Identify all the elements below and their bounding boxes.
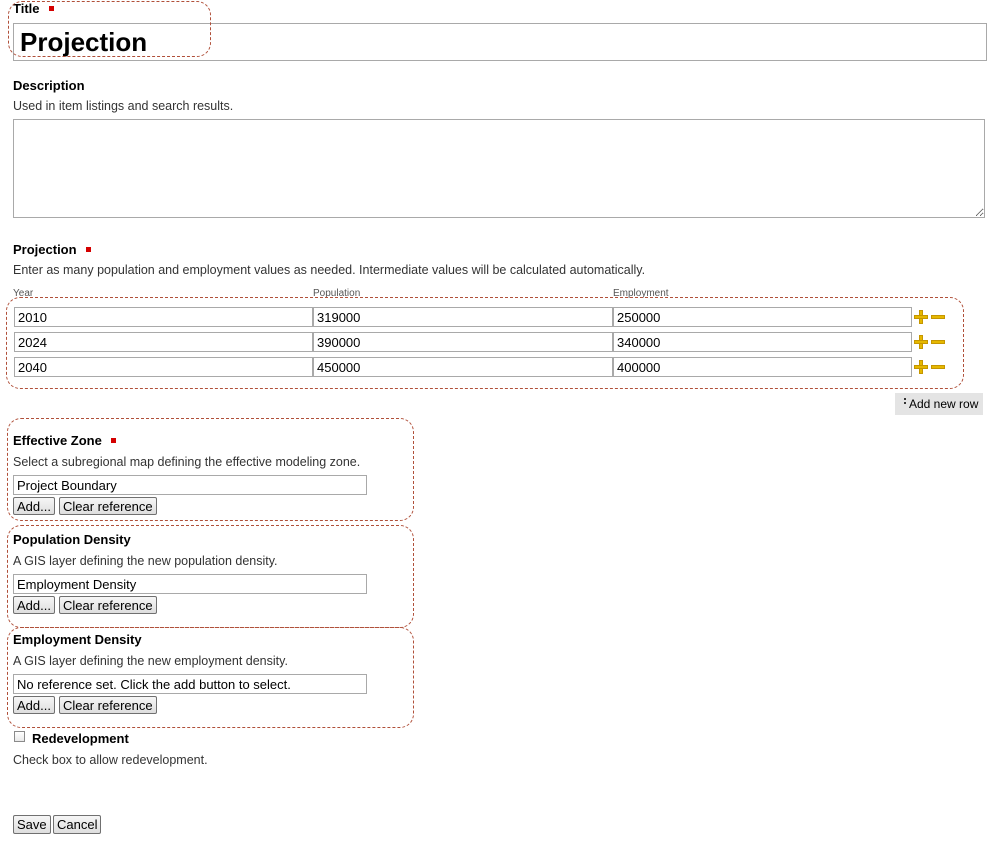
effective-zone-clear-reference-button[interactable]: Clear reference: [59, 497, 157, 515]
remove-row-minus-icon[interactable]: [931, 335, 945, 349]
population-density-reference-field[interactable]: [13, 574, 367, 594]
drag-dots-icon: [904, 397, 907, 406]
employment-input[interactable]: [613, 357, 912, 377]
employment-density-add-button[interactable]: Add...: [13, 696, 55, 714]
description-help: Used in item listings and search results…: [13, 99, 234, 113]
population-density-label: Population Density: [13, 532, 131, 547]
required-marker-icon: [48, 6, 54, 12]
add-row-plus-icon[interactable]: [914, 310, 928, 324]
population-input[interactable]: [313, 307, 613, 327]
required-marker-icon: [85, 247, 91, 253]
population-input[interactable]: [313, 332, 613, 352]
column-header-year: Year: [13, 288, 34, 299]
remove-row-minus-icon[interactable]: [931, 360, 945, 374]
population-input[interactable]: [313, 357, 613, 377]
projection-help: Enter as many population and employment …: [13, 263, 646, 277]
save-button[interactable]: Save: [13, 815, 51, 834]
redevelopment-help: Check box to allow redevelopment.: [13, 753, 208, 767]
column-header-employment: Employment: [613, 288, 669, 299]
employment-input[interactable]: [613, 307, 912, 327]
add-new-row-label: Add new row: [909, 397, 979, 411]
year-input[interactable]: [14, 357, 313, 377]
description-label: Description: [13, 78, 85, 93]
title-input[interactable]: [13, 23, 987, 61]
title-label: Title: [13, 1, 54, 16]
year-input[interactable]: [14, 332, 313, 352]
population-density-clear-reference-button[interactable]: Clear reference: [59, 596, 157, 614]
effective-zone-label-text: Effective Zone: [13, 433, 102, 448]
population-density-add-button[interactable]: Add...: [13, 596, 55, 614]
effective-zone-add-button[interactable]: Add...: [13, 497, 55, 515]
effective-zone-label: Effective Zone: [13, 433, 116, 448]
description-textarea[interactable]: [13, 119, 985, 218]
add-row-plus-icon[interactable]: [914, 360, 928, 374]
remove-row-minus-icon[interactable]: [931, 310, 945, 324]
employment-density-reference-field[interactable]: [13, 674, 367, 694]
projection-label-text: Projection: [13, 242, 77, 257]
employment-density-help: A GIS layer defining the new employment …: [13, 654, 288, 668]
employment-density-label: Employment Density: [13, 632, 142, 647]
add-row-plus-icon[interactable]: [914, 335, 928, 349]
redevelopment-label: Redevelopment: [32, 731, 129, 746]
employment-density-clear-reference-button[interactable]: Clear reference: [59, 696, 157, 714]
required-marker-icon: [110, 438, 116, 444]
effective-zone-reference-field[interactable]: [13, 475, 367, 495]
effective-zone-help: Select a subregional map defining the ef…: [13, 455, 361, 469]
title-label-text: Title: [13, 1, 40, 16]
column-header-population: Population: [313, 288, 361, 299]
add-new-row-button[interactable]: Add new row: [895, 393, 983, 415]
population-density-help: A GIS layer defining the new population …: [13, 554, 278, 568]
projection-label: Projection: [13, 242, 91, 257]
year-input[interactable]: [14, 307, 313, 327]
employment-input[interactable]: [613, 332, 912, 352]
redevelopment-checkbox[interactable]: [14, 731, 25, 742]
cancel-button[interactable]: Cancel: [53, 815, 102, 834]
